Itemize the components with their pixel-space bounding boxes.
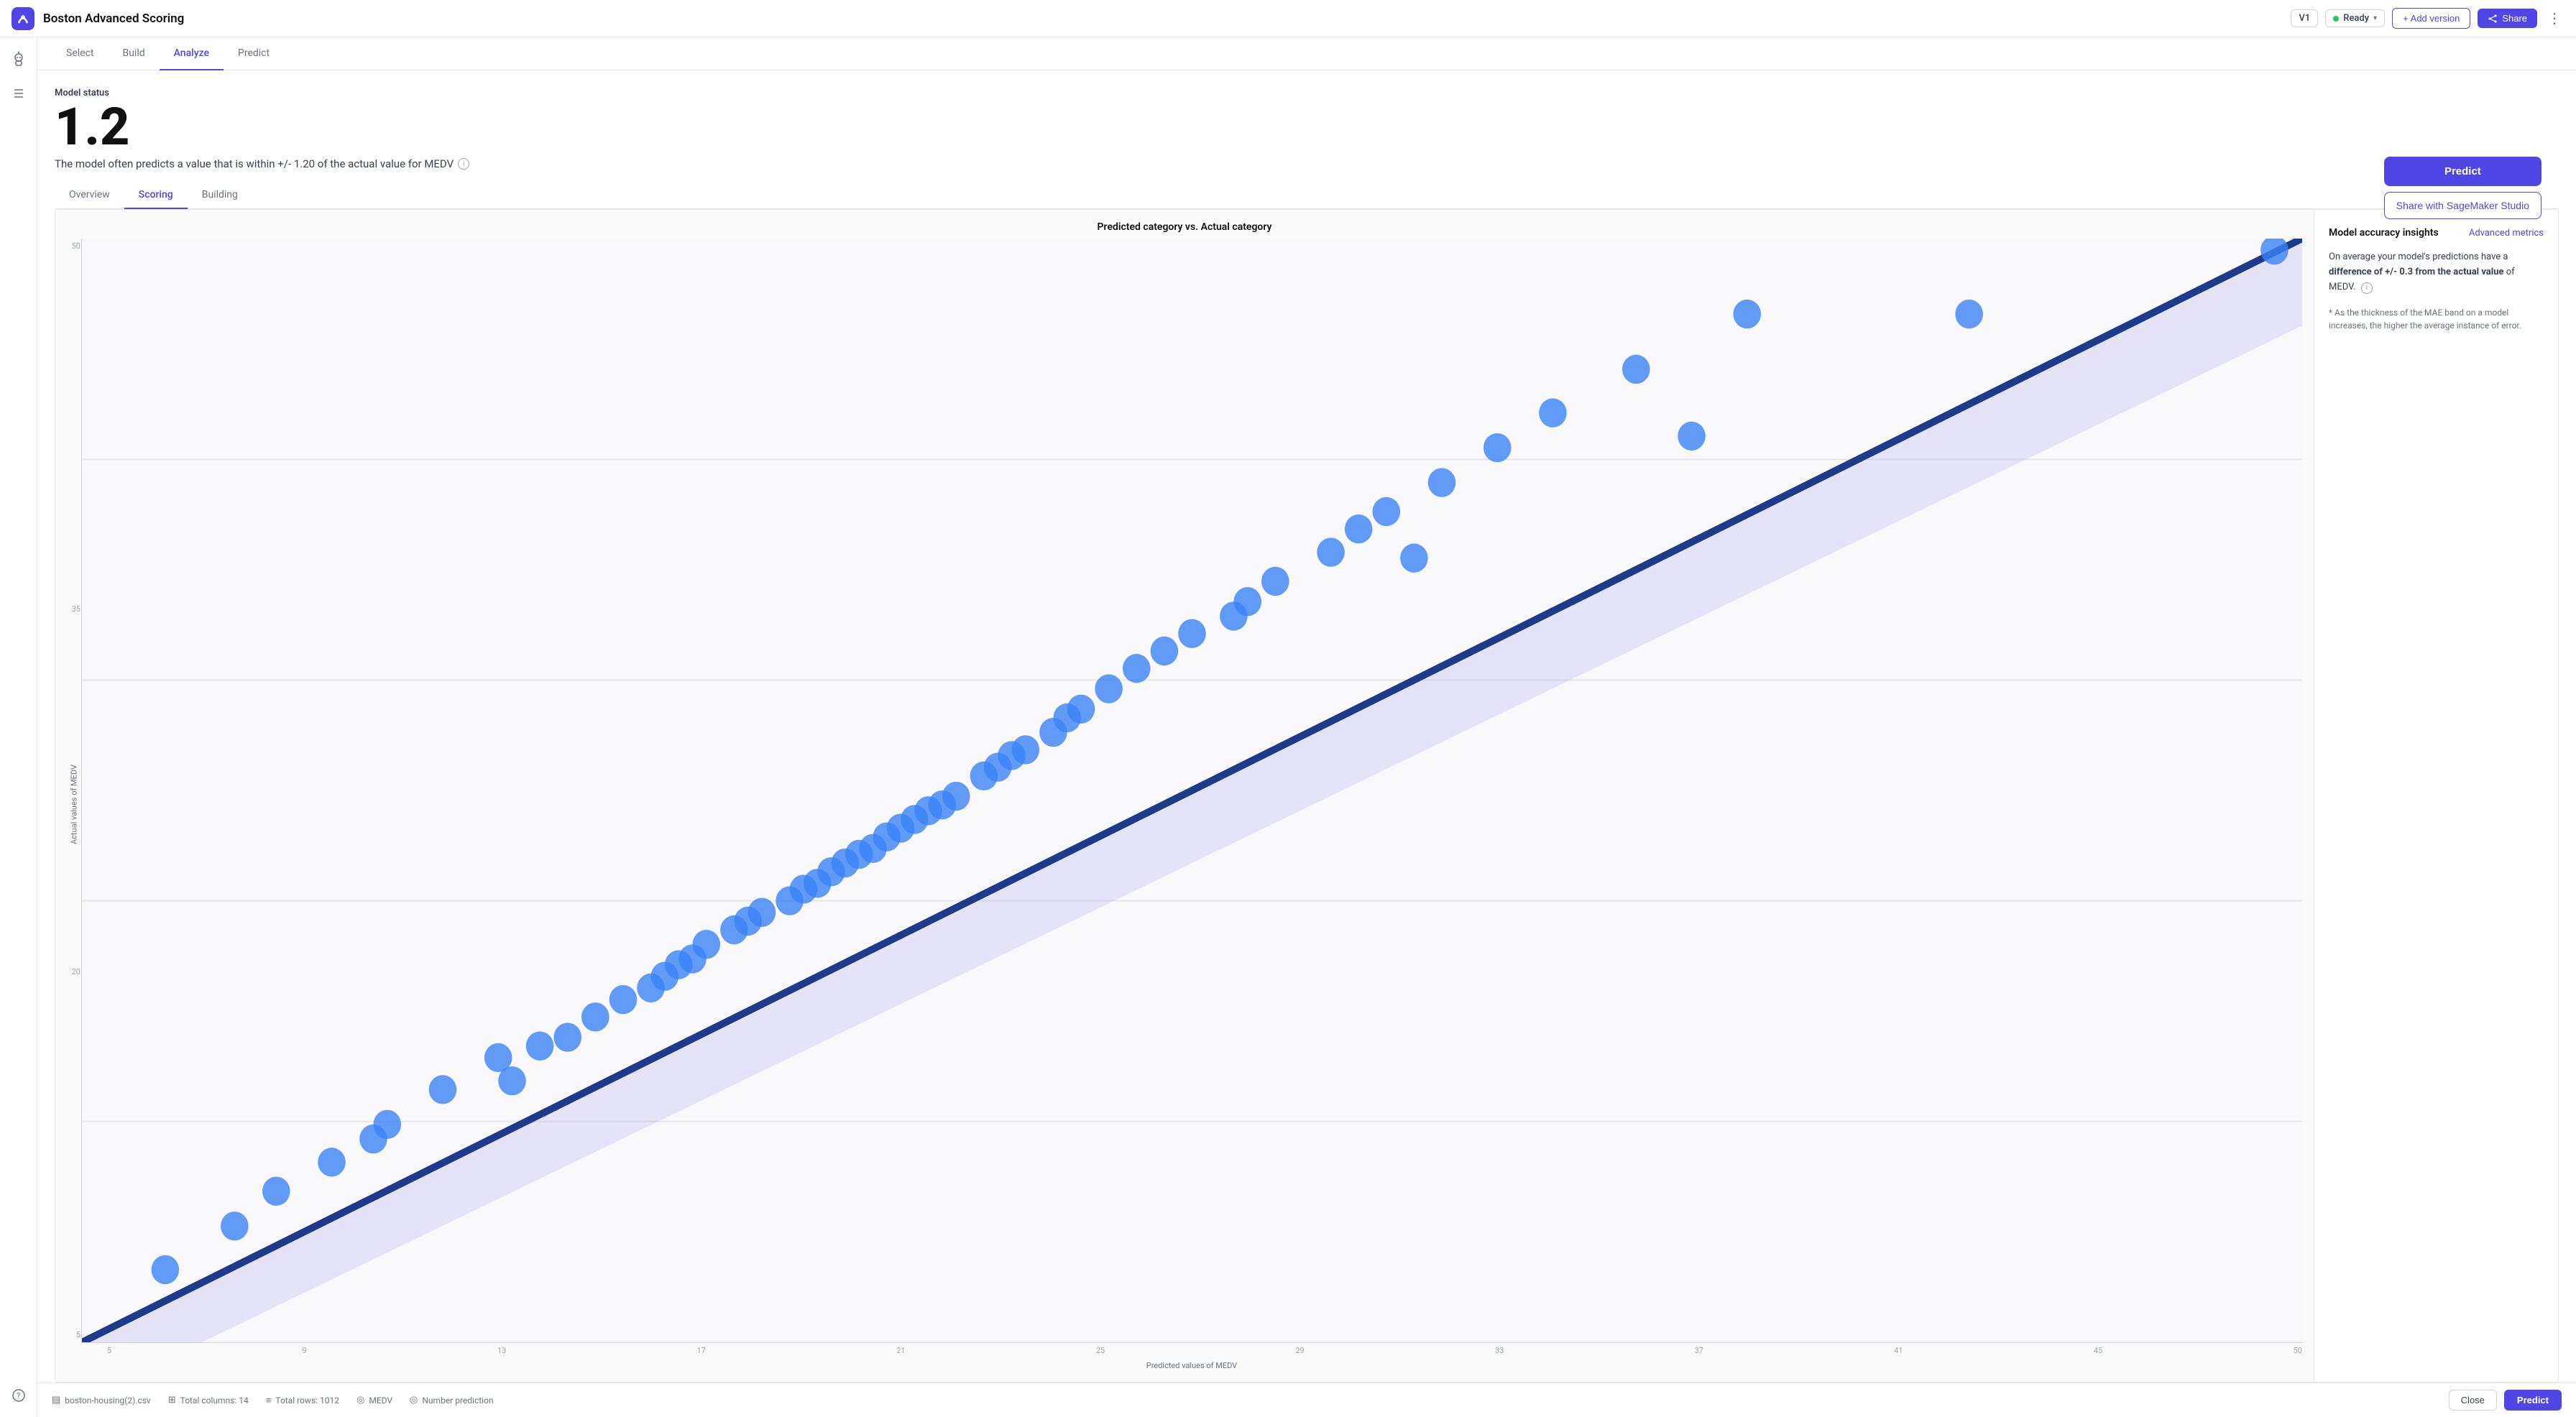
chevron-down-icon: ▾ (2373, 14, 2377, 22)
rows-icon: ≡ (266, 1395, 272, 1406)
content-area: Model status 1.2 The model often predict… (37, 70, 2576, 1383)
bottom-bar: ▤ boston-housing(2).csv ⊞ Total columns:… (37, 1383, 2576, 1417)
sub-tab-overview[interactable]: Overview (55, 182, 124, 209)
main-content: Select Build Analyze Predict Model statu… (37, 37, 2576, 1417)
y-tick-20: 20 (59, 967, 80, 977)
accuracy-note: * As the thickness of the MAE band on a … (2329, 306, 2544, 332)
layout: ? Select Build Analyze Predict Model sta… (0, 37, 2576, 1417)
model-description-text: The model often predicts a value that is… (55, 157, 454, 170)
x-tick-9: 9 (302, 1346, 306, 1355)
version-badge[interactable]: V1 (2291, 9, 2318, 27)
predict-bottom-button[interactable]: Predict (2504, 1390, 2562, 1411)
model-status-section: Model status 1.2 The model often predict… (55, 88, 2559, 170)
add-version-button[interactable]: + Add version (2392, 8, 2470, 29)
ready-dot (2333, 16, 2339, 22)
sidebar-icon-list[interactable] (9, 83, 29, 103)
x-tick-50: 50 (2294, 1346, 2302, 1355)
columns-label: Total columns: 14 (180, 1395, 249, 1406)
sub-tab-scoring[interactable]: Scoring (124, 182, 188, 209)
sidebar: ? (0, 37, 37, 1417)
target-meta: ◎ MEDV (356, 1395, 392, 1406)
target-icon: ◎ (356, 1395, 364, 1406)
x-tick-37: 37 (1695, 1346, 1703, 1355)
chart-main: Predicted category vs. Actual category A… (55, 210, 2314, 1382)
x-tick-25: 25 (1096, 1346, 1105, 1355)
predict-primary-button[interactable]: Predict (2384, 157, 2542, 186)
file-meta: ▤ boston-housing(2).csv (52, 1395, 151, 1406)
tab-analyze[interactable]: Analyze (160, 37, 224, 70)
columns-meta: ⊞ Total columns: 14 (168, 1395, 249, 1406)
prediction-meta: ◎ Number prediction (410, 1395, 494, 1406)
chart-section: Predicted category vs. Actual category A… (55, 209, 2559, 1383)
chart-inner: 50 35 20 5 (81, 239, 2302, 1370)
ready-badge[interactable]: Ready ▾ (2325, 9, 2385, 27)
model-score: 1.2 (55, 101, 2559, 153)
x-axis-label: Predicted values of MEDV (81, 1357, 2302, 1370)
info-icon[interactable]: i (458, 158, 469, 170)
accuracy-title: Model accuracy insights (2329, 227, 2439, 239)
sub-tabs: Overview Scoring Building (55, 182, 2559, 209)
y-tick-5: 5 (59, 1330, 80, 1339)
sidebar-bottom: ? (9, 1385, 29, 1406)
y-tick-50: 50 (59, 241, 80, 251)
insights-panel: Model accuracy insights Advanced metrics… (2314, 210, 2558, 1382)
bottom-right-actions: Close Predict (2449, 1390, 2562, 1411)
topbar: Boston Advanced Scoring V1 Ready ▾ + Add… (0, 0, 2576, 37)
x-tick-21: 21 (896, 1346, 905, 1355)
nav-tabs: Select Build Analyze Predict (37, 37, 2576, 70)
share-button[interactable]: Share (2478, 9, 2537, 28)
y-tick-35: 35 (59, 604, 80, 614)
sidebar-icon-help[interactable]: ? (9, 1385, 29, 1406)
insights-header: Model accuracy insights Advanced metrics (2329, 227, 2544, 239)
file-icon: ▤ (52, 1395, 60, 1406)
accuracy-info-icon[interactable]: i (2361, 282, 2373, 294)
rows-label: Total rows: 1012 (275, 1395, 339, 1406)
x-tick-17: 17 (697, 1346, 706, 1355)
x-tick-5: 5 (107, 1346, 111, 1355)
sidebar-icon-robot[interactable] (9, 49, 29, 69)
target-label: MEDV (369, 1395, 392, 1406)
more-options-button[interactable]: ⋮ (2544, 6, 2564, 30)
columns-icon: ⊞ (168, 1395, 176, 1406)
chart-plot: 50 35 20 5 (81, 239, 2302, 1343)
accuracy-description: On average your model's predictions have… (2329, 250, 2544, 295)
chart-svg (82, 239, 2302, 1342)
advanced-metrics-link[interactable]: Advanced metrics (2469, 228, 2544, 239)
file-name: boston-housing(2).csv (65, 1395, 150, 1406)
model-description: The model often predicts a value that is… (55, 157, 2559, 170)
accuracy-desc-part1: On average your model's predictions have… (2329, 251, 2508, 262)
chart-wrapper: Actual values of MEDV 50 35 20 5 (67, 239, 2302, 1370)
topbar-right: V1 Ready ▾ + Add version Share ⋮ (2291, 6, 2564, 30)
share-label: Share (2502, 13, 2527, 24)
sub-tab-building[interactable]: Building (188, 182, 252, 209)
tab-build[interactable]: Build (108, 37, 159, 70)
share-sagemaker-button[interactable]: Share with SageMaker Studio (2384, 192, 2542, 219)
tab-select[interactable]: Select (52, 37, 108, 70)
x-tick-29: 29 (1295, 1346, 1304, 1355)
x-tick-41: 41 (1894, 1346, 1903, 1355)
x-ticks: 5 9 13 17 21 25 29 33 37 41 45 (81, 1343, 2302, 1357)
share-icon (2488, 14, 2498, 24)
accuracy-desc-bold: difference of +/- 0.3 from the actual va… (2329, 267, 2504, 277)
rows-meta: ≡ Total rows: 1012 (266, 1395, 339, 1406)
svg-text:?: ? (17, 1391, 20, 1400)
model-status-label: Model status (55, 88, 2559, 98)
x-tick-45: 45 (2094, 1346, 2102, 1355)
tab-predict[interactable]: Predict (224, 37, 284, 70)
action-buttons: Predict Share with SageMaker Studio (2384, 157, 2542, 219)
prediction-label: Number prediction (422, 1395, 493, 1406)
x-tick-33: 33 (1495, 1346, 1504, 1355)
app-logo (12, 7, 34, 30)
x-tick-13: 13 (497, 1346, 506, 1355)
close-button[interactable]: Close (2449, 1390, 2497, 1411)
ready-label: Ready (2343, 13, 2369, 24)
prediction-icon: ◎ (410, 1395, 418, 1406)
app-title: Boston Advanced Scoring (43, 11, 2291, 26)
chart-title: Predicted category vs. Actual category (67, 221, 2302, 233)
